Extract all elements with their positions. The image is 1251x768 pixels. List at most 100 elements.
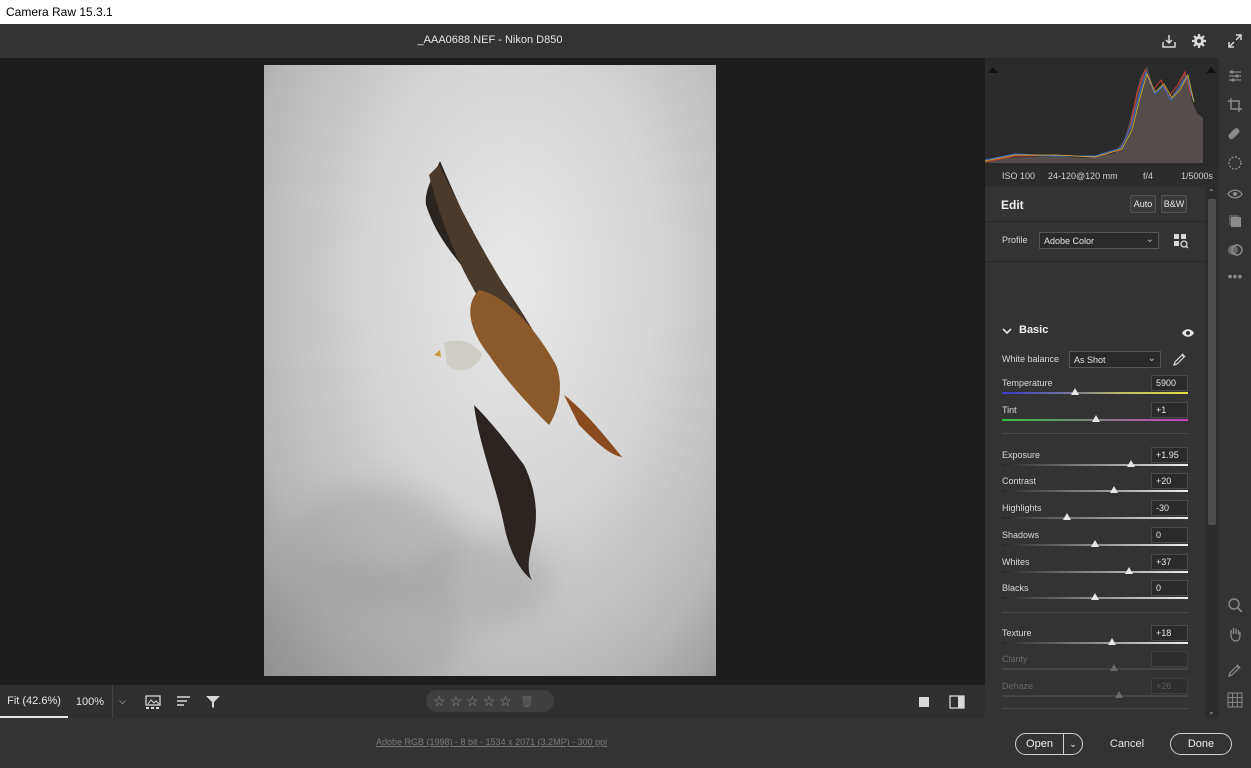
image-canvas[interactable] <box>0 58 985 685</box>
star-icon[interactable]: ☆ <box>499 693 512 710</box>
temperature-slider-thumb[interactable] <box>1070 388 1079 395</box>
profile-value: Adobe Color <box>1044 236 1095 246</box>
clarity-value-field <box>1151 651 1188 667</box>
filmstrip-icon[interactable] <box>143 685 163 718</box>
zoom-menu-chevron-icon[interactable]: ⌵ <box>112 685 132 718</box>
highlights-value-field[interactable]: -30 <box>1151 500 1188 516</box>
white-balance-label: White balance <box>1002 354 1060 364</box>
footer-bar: Adobe RGB (1998) - 8 bit - 1534 x 2071 (… <box>0 718 1251 768</box>
bw-button[interactable]: B&W <box>1161 195 1187 213</box>
cancel-button[interactable]: Cancel <box>1107 733 1147 755</box>
tint-slider-thumb[interactable] <box>1091 415 1100 422</box>
healing-icon[interactable] <box>1225 124 1245 144</box>
contrast-slider[interactable] <box>1002 490 1188 492</box>
zoom-fit-button[interactable]: Fit (42.6%) <box>0 685 68 718</box>
texture-slider[interactable] <box>1002 642 1188 644</box>
edit-title: Edit <box>1001 198 1024 212</box>
auto-button[interactable]: Auto <box>1130 195 1156 213</box>
window-titlebar: Camera Raw 15.3.1 <box>0 0 1251 24</box>
edit-panel-scrollbar[interactable]: ⌃ ⌄ <box>1205 187 1219 718</box>
star-icon[interactable]: ☆ <box>483 693 496 710</box>
edit-sliders-icon[interactable] <box>1225 66 1245 86</box>
texture-value-field[interactable]: +18 <box>1151 625 1188 641</box>
crop-icon[interactable] <box>1225 95 1245 115</box>
star-icon[interactable]: ☆ <box>466 693 479 710</box>
right-panel: ISO 100 24-120@120 mm f/4 1/5000s Edit A… <box>985 58 1219 718</box>
profile-label: Profile <box>1002 235 1028 245</box>
eyedropper-icon[interactable] <box>1172 351 1188 367</box>
open-button[interactable]: Open ⌄ <box>1015 733 1083 755</box>
temperature-slider[interactable] <box>1002 392 1188 394</box>
single-view-icon[interactable] <box>914 685 934 718</box>
whites-value-field[interactable]: +37 <box>1151 554 1188 570</box>
highlights-slider-thumb[interactable] <box>1063 513 1072 520</box>
save-icon[interactable] <box>1158 30 1180 52</box>
photo-preview <box>264 65 716 676</box>
clarity-slider <box>1002 668 1188 670</box>
hand-icon[interactable] <box>1225 624 1245 644</box>
workflow-options-link[interactable]: Adobe RGB (1998) - 8 bit - 1534 x 2071 (… <box>376 737 607 747</box>
whites-slider-thumb[interactable] <box>1125 567 1134 574</box>
dehaze-slider-thumb <box>1115 691 1124 698</box>
contrast-label: Contrast <box>1002 476 1037 486</box>
texture-slider-thumb[interactable] <box>1107 638 1116 645</box>
basic-section-title[interactable]: Basic <box>1019 324 1048 336</box>
tint-value-field[interactable]: +1 <box>1151 402 1188 418</box>
exposure-slider[interactable] <box>1002 464 1188 466</box>
exposure-slider-thumb[interactable] <box>1127 460 1136 467</box>
blacks-slider-thumb[interactable] <box>1091 593 1099 600</box>
profile-dropdown[interactable]: Adobe Color ⌄ <box>1039 232 1159 249</box>
scrollbar-thumb[interactable] <box>1208 199 1216 525</box>
shadows-slider-thumb[interactable] <box>1091 540 1099 547</box>
clarity-label: Clarity <box>1002 654 1028 664</box>
more-icon[interactable]: ••• <box>1225 266 1245 286</box>
temperature-label: Temperature <box>1002 378 1053 388</box>
filter-icon[interactable] <box>203 685 223 718</box>
dehaze-slider <box>1002 695 1188 697</box>
trash-icon[interactable]: 🗑 <box>520 695 534 708</box>
done-button[interactable]: Done <box>1170 733 1232 755</box>
presets-icon[interactable] <box>1225 240 1245 260</box>
gear-icon[interactable] <box>1188 30 1210 52</box>
edit-panel: Edit Auto B&W Profile Adobe Color ⌄ Basi… <box>985 187 1205 718</box>
shadows-label: Shadows <box>1002 530 1040 540</box>
iso-value: ISO 100 <box>1002 171 1036 181</box>
whites-label: Whites <box>1002 557 1030 567</box>
star-icon[interactable]: ☆ <box>433 693 446 710</box>
red-eye-icon[interactable] <box>1225 184 1245 204</box>
color-sampler-icon[interactable] <box>1225 660 1245 680</box>
chevron-down-icon: ⌄ <box>1147 353 1156 364</box>
tint-label: Tint <box>1002 405 1017 415</box>
snapshots-icon[interactable] <box>1225 211 1245 231</box>
star-rating[interactable]: ☆ ☆ ☆ ☆ ☆ 🗑 <box>426 690 554 712</box>
sort-icon[interactable] <box>174 685 194 718</box>
exposure-label: Exposure <box>1002 450 1041 460</box>
chevron-down-icon[interactable]: ⌄ <box>1064 739 1082 750</box>
contrast-slider-thumb[interactable] <box>1109 486 1118 493</box>
texture-label: Texture <box>1002 628 1032 638</box>
dehaze-value-field: +26 <box>1151 678 1188 694</box>
highlights-slider[interactable] <box>1002 517 1188 519</box>
chevron-down-icon[interactable] <box>1001 324 1013 336</box>
before-after-icon[interactable] <box>947 685 967 718</box>
highlights-label: Highlights <box>1002 503 1042 513</box>
zoom-100-button[interactable]: 100% <box>68 685 112 718</box>
whites-slider[interactable] <box>1002 571 1188 573</box>
shadows-value-field[interactable]: 0 <box>1151 527 1188 543</box>
blacks-value-field[interactable]: 0 <box>1151 580 1188 596</box>
open-button-label[interactable]: Open <box>1016 734 1064 754</box>
zoom-icon[interactable] <box>1225 595 1245 615</box>
profile-browser-icon[interactable] <box>1173 233 1189 249</box>
fullscreen-icon[interactable] <box>1224 30 1246 52</box>
file-title: _AAA0688.NEF - Nikon D850 <box>417 34 563 46</box>
star-icon[interactable]: ☆ <box>450 693 463 710</box>
exposure-value-field[interactable]: +1.95 <box>1151 447 1188 463</box>
masking-icon[interactable] <box>1225 153 1245 173</box>
eye-icon[interactable] <box>1181 325 1195 337</box>
contrast-value-field[interactable]: +20 <box>1151 473 1188 489</box>
dehaze-label: Dehaze <box>1002 681 1034 691</box>
grid-icon[interactable] <box>1225 690 1245 710</box>
white-balance-value: As Shot <box>1074 355 1106 365</box>
temperature-value-field[interactable]: 5900 <box>1151 375 1188 391</box>
white-balance-dropdown[interactable]: As Shot ⌄ <box>1069 351 1161 368</box>
